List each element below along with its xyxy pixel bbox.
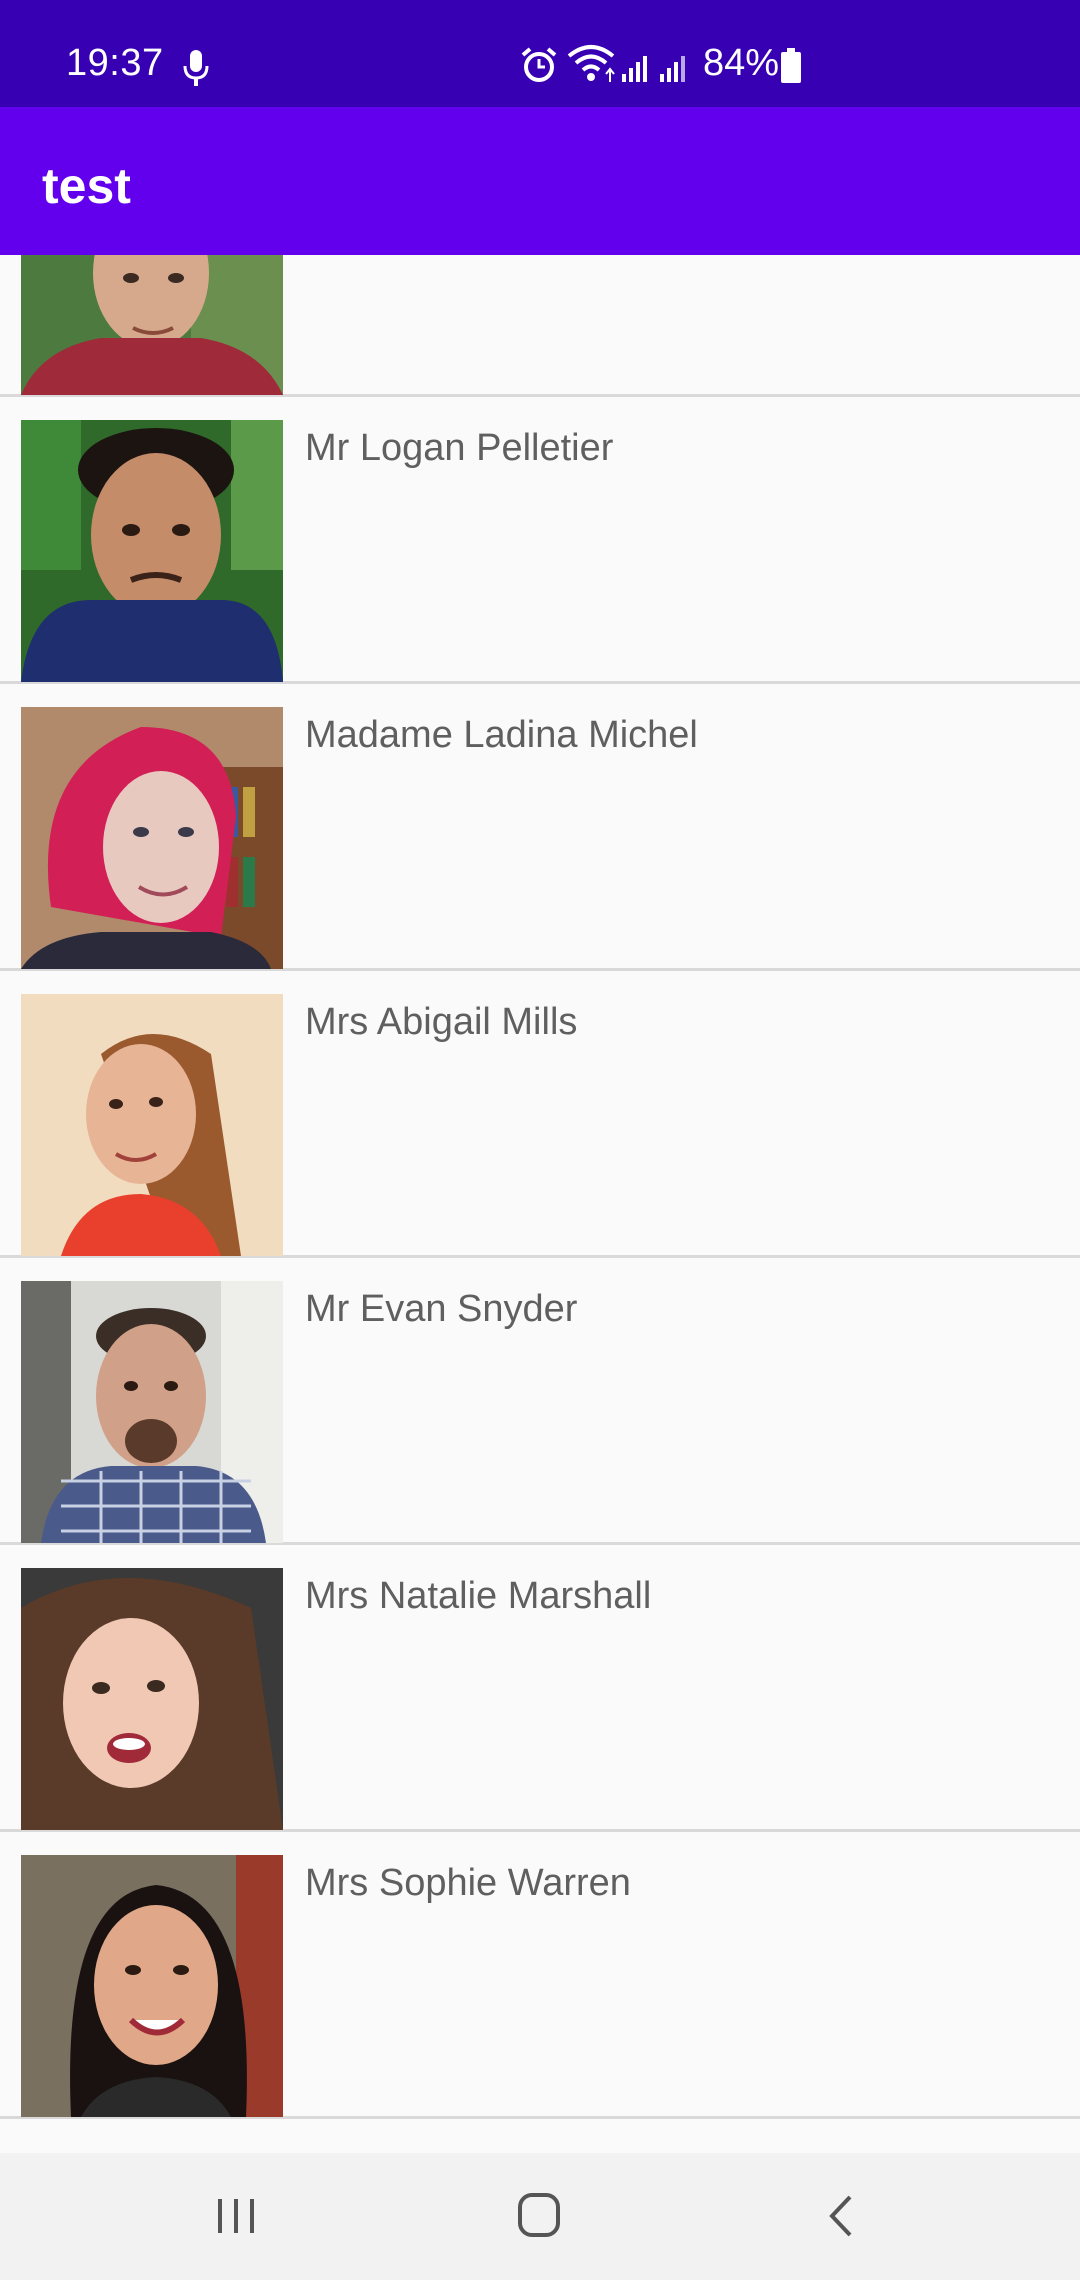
list-item[interactable]: Mr Logan Pelletier: [0, 397, 1080, 684]
avatar: [21, 1855, 283, 2117]
person-name: Mr Logan Pelletier: [305, 427, 614, 469]
avatar: [21, 707, 283, 969]
mic-icon: [183, 50, 209, 86]
status-time: 19:37: [66, 42, 164, 84]
status-bar: 19:37 84%: [0, 0, 1080, 107]
home-icon[interactable]: [515, 2189, 563, 2241]
person-name: Mr Evan Snyder: [305, 1288, 578, 1330]
avatar: [21, 1281, 283, 1543]
back-icon[interactable]: [822, 2191, 862, 2241]
recent-apps-icon[interactable]: [212, 2193, 260, 2239]
person-name: Mrs Sophie Warren: [305, 1862, 631, 1904]
avatar: [21, 255, 283, 395]
people-list[interactable]: Mr Logan Pelletier Madame Ladina Michel: [0, 255, 1080, 2153]
app-title: test: [42, 158, 131, 214]
wifi-icon: [567, 45, 615, 82]
list-item[interactable]: Madame Ladina Michel: [0, 684, 1080, 971]
avatar: [21, 1568, 283, 1830]
person-name: Madame Ladina Michel: [305, 714, 698, 756]
navigation-bar: [0, 2153, 1080, 2280]
list-item[interactable]: Mr Evan Snyder: [0, 1258, 1080, 1545]
battery-percent: 84%: [703, 42, 780, 84]
battery-icon: [781, 48, 801, 83]
avatar: [21, 420, 283, 682]
person-name: Mrs Natalie Marshall: [305, 1575, 652, 1617]
signal-icon: [660, 56, 685, 82]
avatar: [21, 994, 283, 1256]
list-item[interactable]: Mrs Abigail Mills: [0, 971, 1080, 1258]
list-item[interactable]: Mrs Sophie Warren: [0, 1832, 1080, 2119]
signal-icon: [622, 56, 647, 82]
person-name: Mrs Abigail Mills: [305, 1001, 578, 1043]
list-item[interactable]: Mrs Natalie Marshall: [0, 1545, 1080, 1832]
list-item[interactable]: [0, 255, 1080, 397]
alarm-icon: [521, 47, 557, 82]
app-bar: test: [0, 107, 1080, 255]
